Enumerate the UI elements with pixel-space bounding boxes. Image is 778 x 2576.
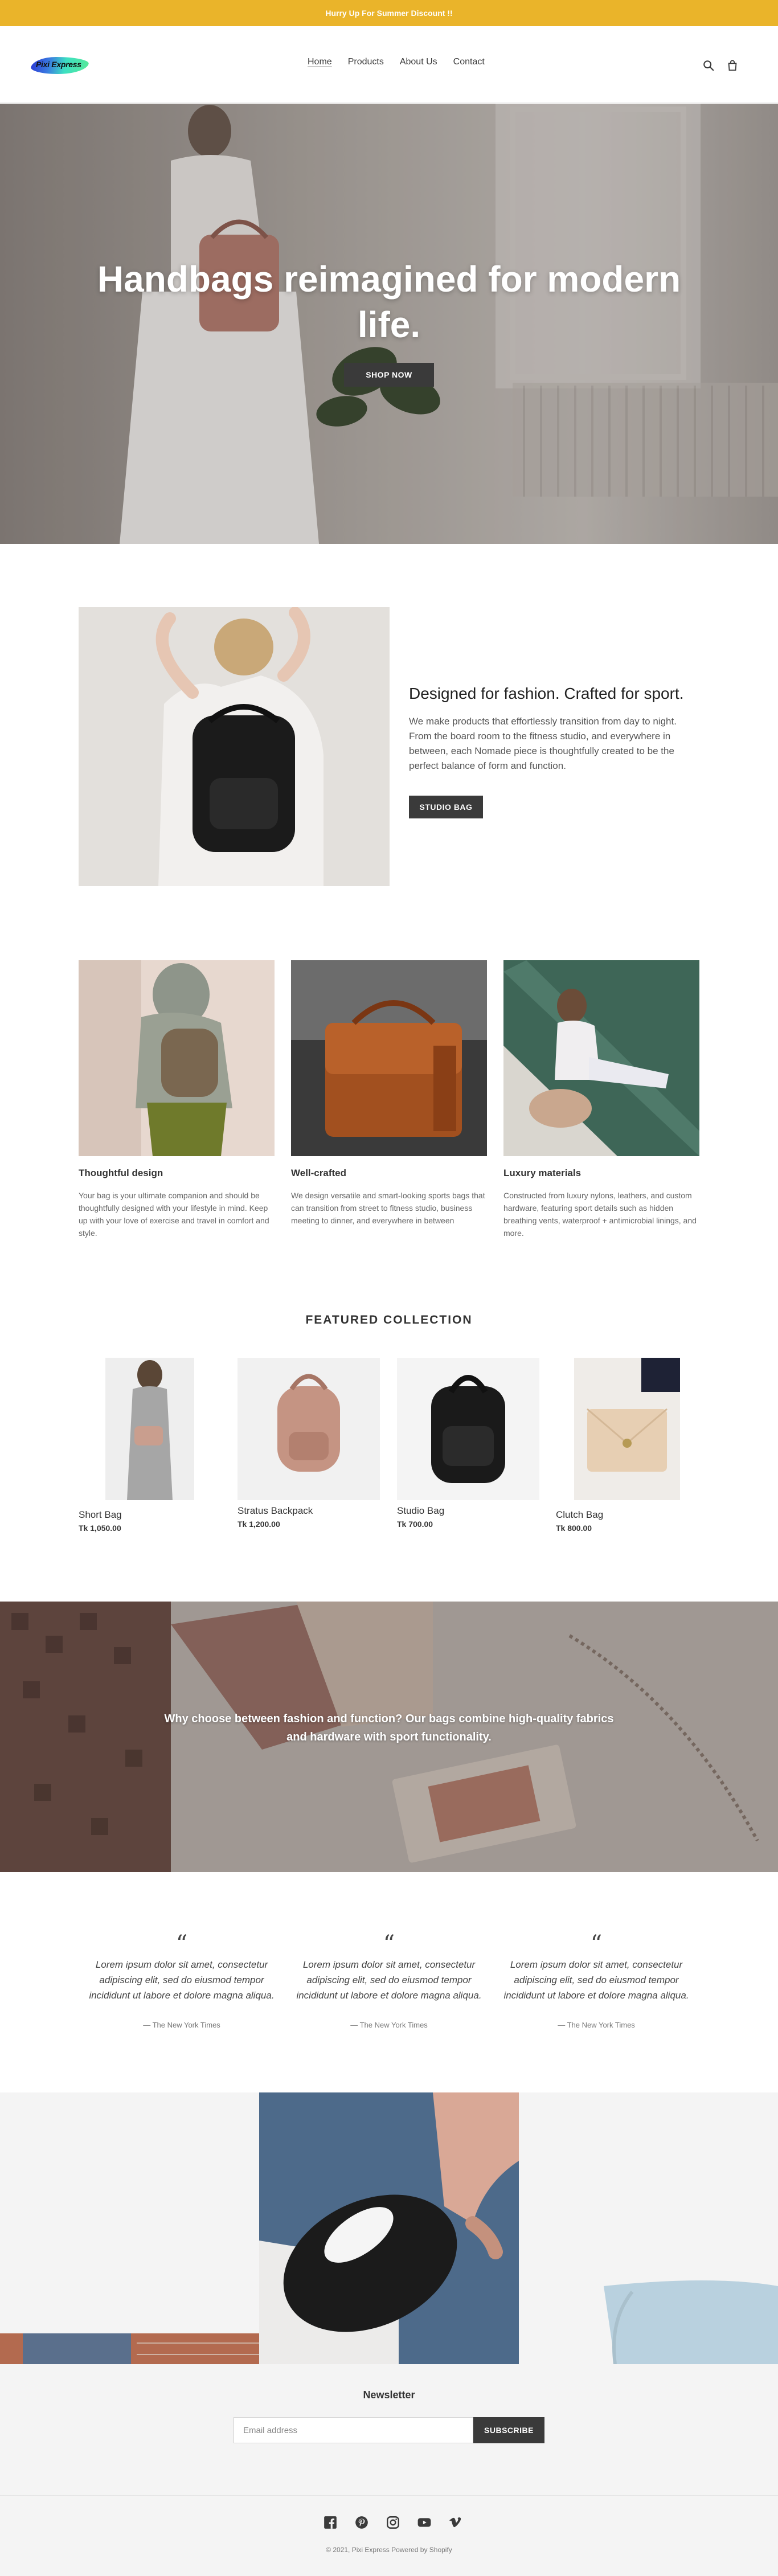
gallery-image-right [519, 2092, 778, 2364]
site-logo[interactable]: Pixi Express [29, 54, 91, 75]
nav-link-home[interactable]: Home [308, 57, 332, 67]
instagram-icon[interactable] [386, 2515, 400, 2530]
testimonial-quote: Lorem ipsum dolor sit amet, consectetur … [296, 1959, 482, 2001]
product-name-short-bag[interactable]: Short Bag [79, 1509, 122, 1521]
logo-text: Pixi Express [36, 60, 81, 69]
product-image-studio-bag[interactable] [397, 1358, 539, 1500]
banner-text: Why choose between fashion and function?… [164, 1713, 614, 1743]
announcement-bar: Hurry Up For Summer Discount !! [0, 0, 778, 26]
nav-link-contact[interactable]: Contact [453, 57, 485, 67]
copyright-text: © 2021, Pixi Express Powered by Shopify [326, 2546, 452, 2554]
quote-icon: “ [590, 1931, 603, 1957]
column-title-thoughtful-design: Thoughtful design [79, 1168, 163, 1178]
image-banner: Why choose between fashion and function?… [0, 1602, 778, 1872]
product-name-stratus-backpack[interactable]: Stratus Backpack [238, 1505, 313, 1517]
main-nav: Home Products About Us Contact [308, 57, 485, 67]
nav-link-about-us[interactable]: About Us [400, 57, 437, 67]
well-crafted-image [291, 960, 487, 1156]
site-footer: © 2021, Pixi Express Powered by Shopify [0, 2495, 778, 2576]
product-price-stratus-backpack: Tk 1,200.00 [238, 1520, 280, 1529]
column-text-luxury-materials: Constructed from luxury nylons, leathers… [503, 1191, 697, 1238]
product-price-studio-bag: Tk 700.00 [397, 1520, 433, 1529]
testimonial-quote: Lorem ipsum dolor sit amet, consectetur … [503, 1959, 689, 2001]
subscribe-button[interactable]: SUBSCRIBE [473, 2417, 544, 2443]
column-text-thoughtful-design: Your bag is your ultimate companion and … [79, 1191, 269, 1238]
product-price-clutch-bag: Tk 800.00 [556, 1524, 592, 1533]
column-text-well-crafted: We design versatile and smart-looking sp… [291, 1191, 485, 1225]
site-header: Pixi Express Home Products About Us Cont… [0, 26, 778, 103]
testimonial-cite: — The New York Times [143, 2021, 220, 2029]
facebook-icon[interactable] [323, 2515, 338, 2530]
feature-text: We make products that effortlessly trans… [409, 716, 677, 771]
cart-icon[interactable] [726, 59, 739, 72]
product-name-clutch-bag[interactable]: Clutch Bag [556, 1509, 603, 1521]
product-name-studio-bag[interactable]: Studio Bag [397, 1505, 444, 1517]
newsletter-title: Newsletter [363, 2389, 415, 2401]
announcement-text: Hurry Up For Summer Discount !! [325, 9, 453, 18]
hero-title: Handbags reimagined for modern life. [97, 259, 681, 345]
testimonial-cite: — The New York Times [350, 2021, 428, 2029]
gallery [0, 2092, 778, 2364]
column-title-luxury-materials: Luxury materials [503, 1168, 582, 1178]
feature-image [79, 607, 390, 886]
quote-icon: “ [175, 1931, 188, 1957]
quote-icon: “ [383, 1931, 395, 1957]
testimonial-cite: — The New York Times [558, 2021, 635, 2029]
nav-link-products[interactable]: Products [348, 57, 384, 67]
vimeo-icon[interactable] [448, 2515, 463, 2530]
gallery-image-center [259, 2092, 519, 2364]
gallery-image-left [0, 2333, 259, 2364]
hero-banner: Handbags reimagined for modern life. SHO… [0, 104, 778, 544]
product-price-short-bag: Tk 1,050.00 [79, 1524, 121, 1533]
product-image-short-bag[interactable] [79, 1358, 221, 1500]
youtube-icon[interactable] [417, 2515, 432, 2530]
studio-bag-button[interactable]: STUDIO BAG [409, 796, 483, 818]
product-image-clutch-bag[interactable] [556, 1358, 698, 1500]
email-field[interactable] [234, 2417, 473, 2443]
column-title-well-crafted: Well-crafted [291, 1168, 346, 1178]
luxury-materials-image [503, 960, 699, 1156]
feature-title: Designed for fashion. Crafted for sport. [409, 685, 684, 702]
featured-collection-title: FEATURED COLLECTION [305, 1313, 473, 1326]
shop-now-button[interactable]: SHOP NOW [344, 363, 434, 387]
thoughtful-design-image [79, 960, 275, 1156]
pinterest-icon[interactable] [354, 2515, 369, 2530]
search-icon[interactable] [702, 59, 715, 72]
product-image-stratus-backpack[interactable] [238, 1358, 380, 1500]
testimonial-quote: Lorem ipsum dolor sit amet, consectetur … [89, 1959, 275, 2001]
newsletter-section: Newsletter SUBSCRIBE [0, 2364, 778, 2495]
